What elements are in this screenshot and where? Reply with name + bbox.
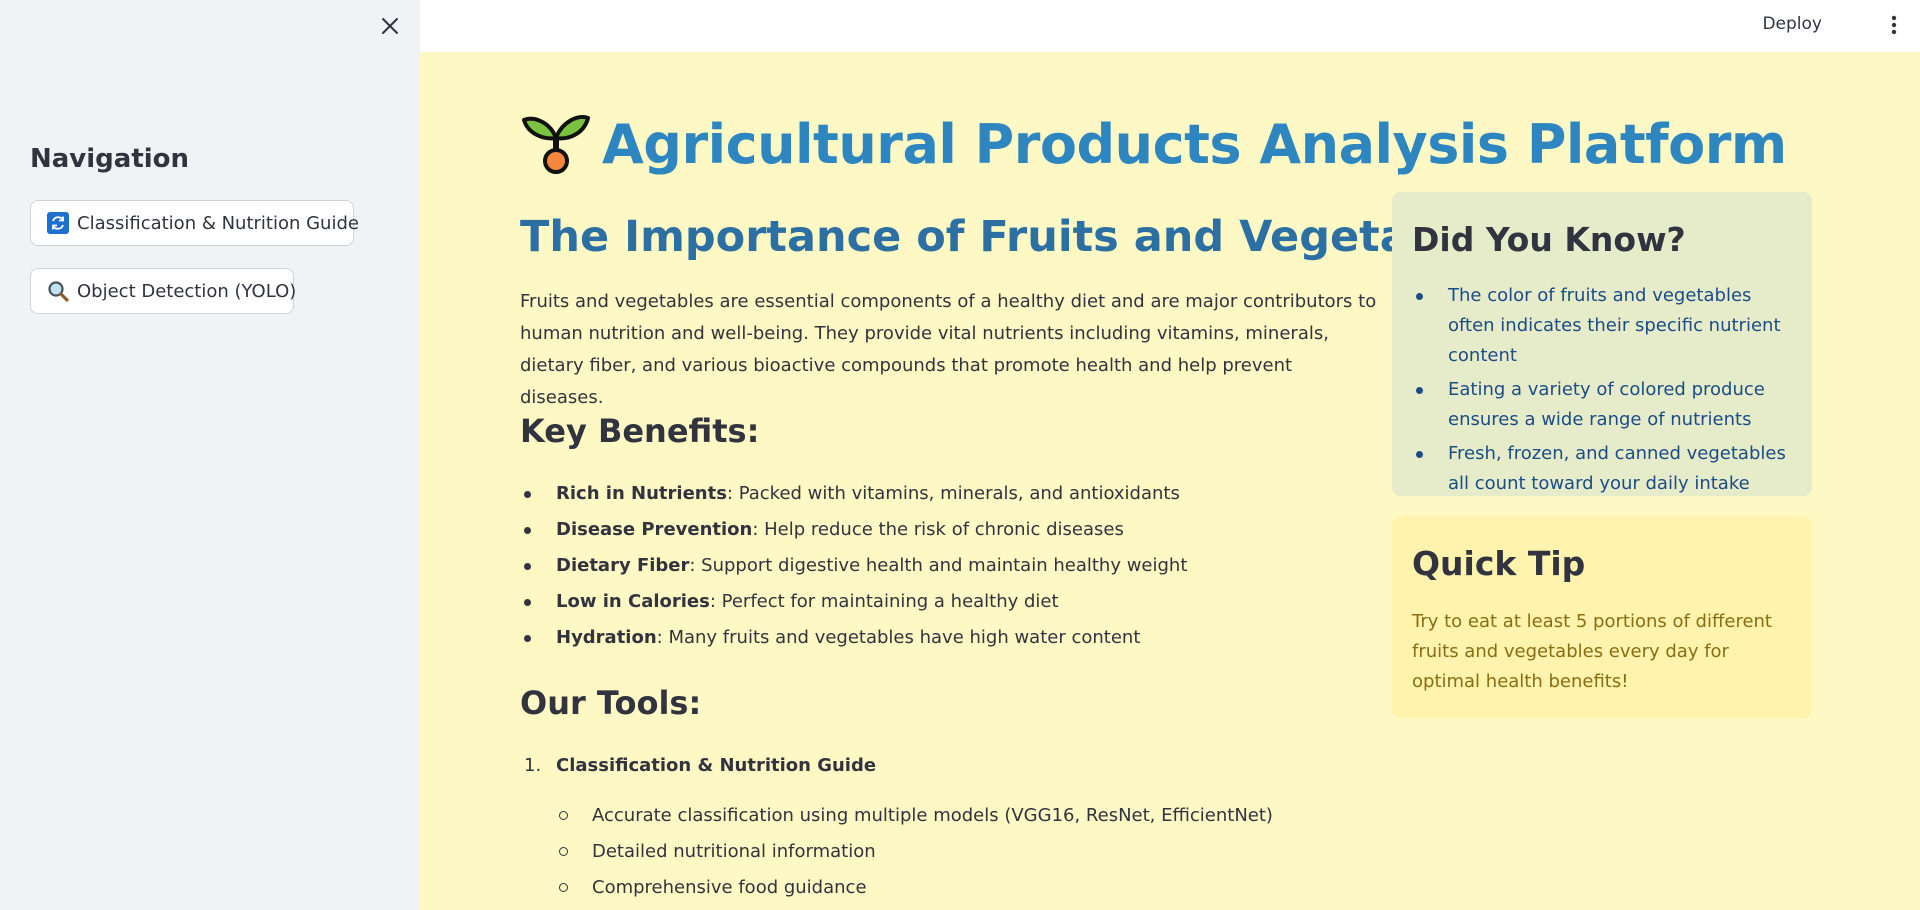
tool-item: 1. Classification & Nutrition Guide Accu… bbox=[520, 748, 1380, 906]
tool-name: Classification & Nutrition Guide bbox=[556, 755, 877, 776]
list-item: Comprehensive food guidance bbox=[556, 870, 1380, 906]
intro-paragraph: Fruits and vegetables are essential comp… bbox=[520, 291, 1377, 408]
benefit-desc: : Help reduce the risk of chronic diseas… bbox=[752, 519, 1124, 540]
did-you-know-title: Did You Know? bbox=[1412, 220, 1686, 259]
tools-list: 1. Classification & Nutrition Guide Accu… bbox=[520, 748, 1380, 906]
benefit-term: Rich in Nutrients bbox=[556, 483, 727, 504]
object-detection-nav-button[interactable]: Object Detection (YOLO) bbox=[30, 268, 297, 314]
list-item: Dietary Fiber: Support digestive health … bbox=[520, 548, 1380, 584]
classification-nav-button[interactable]: Classification & Nutrition Guide bbox=[30, 200, 359, 246]
sidebar-title: Navigation bbox=[30, 144, 190, 174]
page-title-text: Agricultural Products Analysis Platform bbox=[602, 112, 1787, 176]
did-you-know-list: The color of fruits and vegetables often… bbox=[1412, 281, 1792, 499]
list-item: Fresh, frozen, and canned vegetables all… bbox=[1412, 439, 1792, 499]
classification-nav-label: Classification & Nutrition Guide bbox=[77, 212, 359, 234]
page-title: Agricultural Products Analysis Platform bbox=[520, 104, 1787, 184]
did-you-know-card: Did You Know? The color of fruits and ve… bbox=[1392, 192, 1812, 496]
benefits-list: Rich in Nutrients: Packed with vitamins,… bbox=[520, 476, 1380, 656]
benefit-desc: : Many fruits and vegetables have high w… bbox=[656, 627, 1141, 648]
benefit-term: Dietary Fiber bbox=[556, 555, 690, 576]
list-item: Low in Calories: Perfect for maintaining… bbox=[520, 584, 1380, 620]
benefit-desc: : Perfect for maintaining a healthy diet bbox=[709, 591, 1059, 612]
benefit-desc: : Support digestive health and maintain … bbox=[689, 555, 1188, 576]
list-item: Eating a variety of colored produce ensu… bbox=[1412, 375, 1792, 435]
list-item: Accurate classification using multiple m… bbox=[556, 798, 1380, 834]
list-item: Detailed nutritional information bbox=[556, 834, 1380, 870]
tool-number: 1. bbox=[524, 755, 542, 776]
more-vertical-icon[interactable] bbox=[1890, 14, 1898, 36]
list-item: Rich in Nutrients: Packed with vitamins,… bbox=[520, 476, 1380, 512]
tool-features-list: Accurate classification using multiple m… bbox=[556, 798, 1380, 906]
benefits-heading: Key Benefits: bbox=[520, 412, 760, 450]
seedling-icon bbox=[520, 104, 602, 184]
magnifier-icon bbox=[47, 280, 69, 302]
benefit-term: Low in Calories bbox=[556, 591, 710, 612]
refresh-icon bbox=[47, 212, 69, 234]
benefit-desc: : Packed with vitamins, minerals, and an… bbox=[726, 483, 1180, 504]
section-title: The Importance of Fruits and Vegetables bbox=[520, 212, 1509, 262]
top-header: Deploy bbox=[420, 0, 1920, 52]
quick-tip-title: Quick Tip bbox=[1412, 544, 1586, 583]
list-item: Disease Prevention: Help reduce the risk… bbox=[520, 512, 1380, 548]
object-detection-nav-label: Object Detection (YOLO) bbox=[77, 280, 297, 302]
tools-heading: Our Tools: bbox=[520, 684, 702, 722]
benefit-term: Hydration bbox=[556, 627, 657, 648]
list-item: The color of fruits and vegetables often… bbox=[1412, 281, 1792, 371]
quick-tip-text: Try to eat at least 5 portions of differ… bbox=[1412, 611, 1772, 692]
list-item: Hydration: Many fruits and vegetables ha… bbox=[520, 620, 1380, 656]
quick-tip-card: Quick Tip Try to eat at least 5 portions… bbox=[1392, 516, 1812, 718]
app-root: Navigation Classification & Nutrition Gu… bbox=[0, 0, 1920, 910]
deploy-button[interactable]: Deploy bbox=[1762, 14, 1822, 34]
close-icon[interactable] bbox=[378, 14, 402, 38]
sidebar: Navigation Classification & Nutrition Gu… bbox=[0, 0, 420, 910]
benefit-term: Disease Prevention bbox=[556, 519, 753, 540]
